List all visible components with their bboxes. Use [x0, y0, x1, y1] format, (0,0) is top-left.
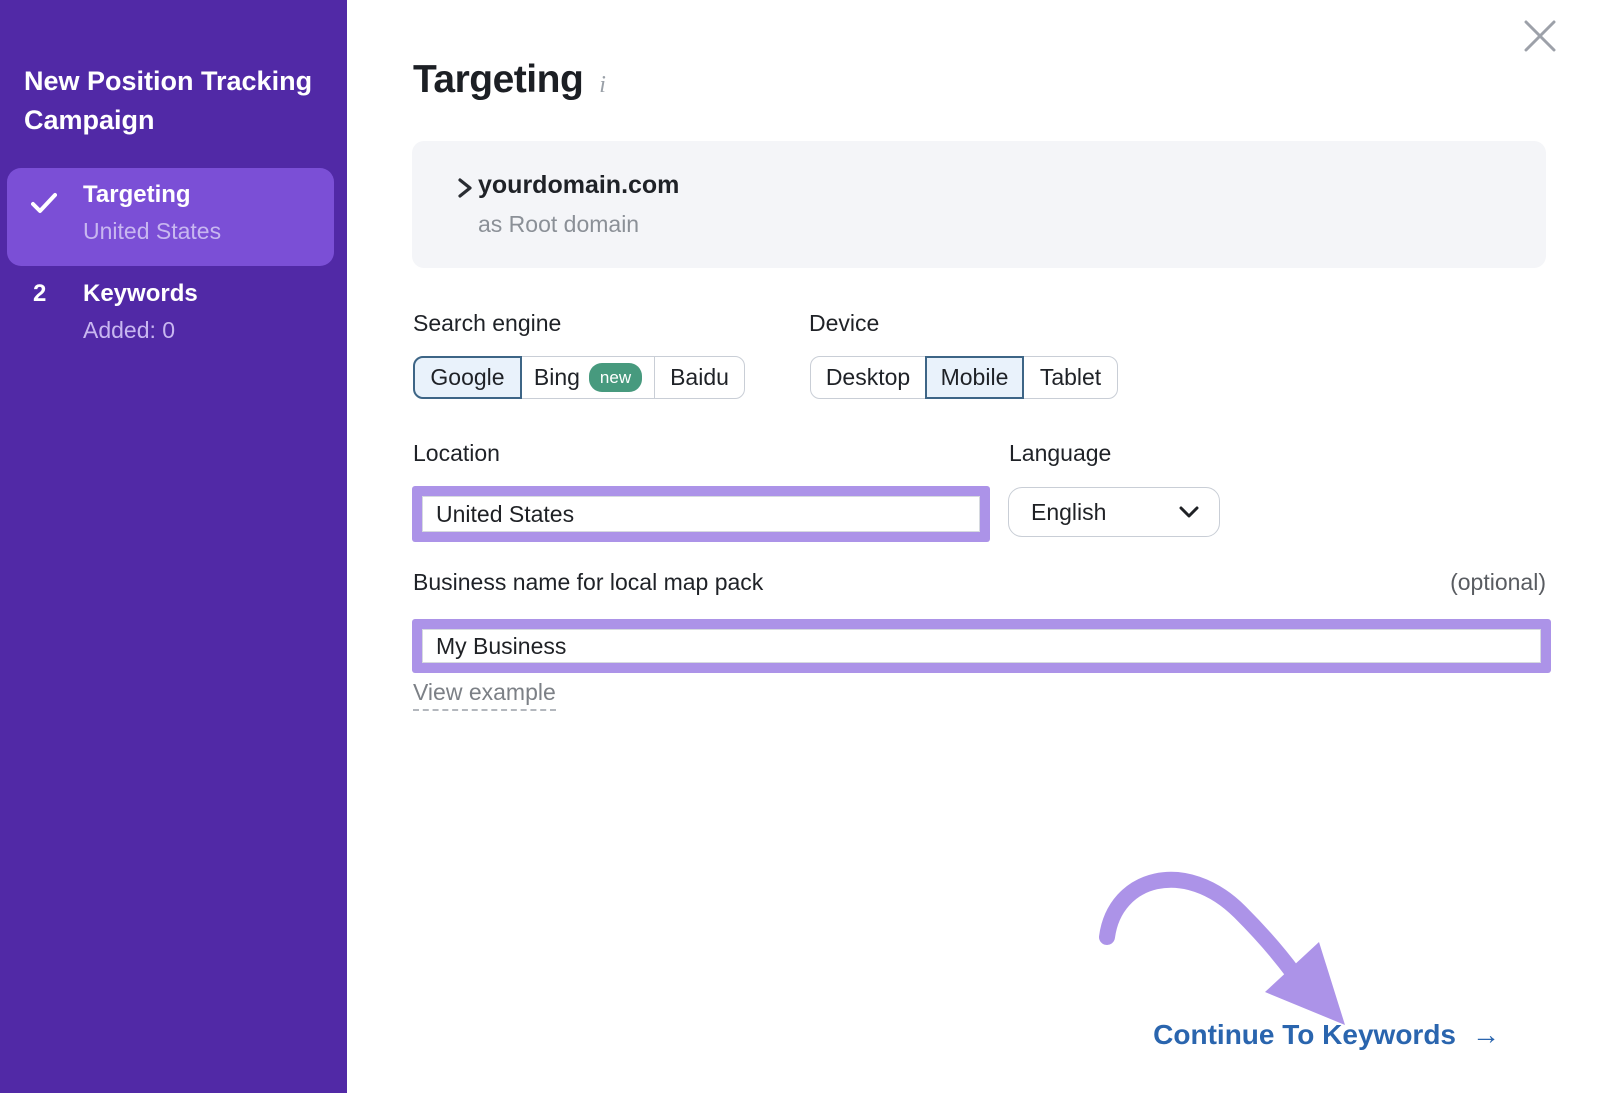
- page-title: Targeting: [413, 58, 583, 102]
- step-keywords-sublabel: Added: 0: [83, 317, 175, 344]
- domain-card[interactable]: yourdomain.com as Root domain: [412, 141, 1546, 268]
- chevron-down-icon: [1179, 506, 1199, 518]
- step-targeting-sublabel: United States: [83, 218, 221, 245]
- language-select-value: English: [1031, 499, 1106, 526]
- device-option-tablet[interactable]: Tablet: [1023, 356, 1118, 399]
- step-targeting-label: Targeting: [83, 181, 191, 209]
- domain-scope: as Root domain: [478, 211, 639, 238]
- new-campaign-modal: New Position Tracking Campaign Targeting…: [0, 0, 1600, 1093]
- continue-to-keywords-button[interactable]: Continue To Keywords →: [1153, 1019, 1500, 1051]
- continue-label: Continue To Keywords: [1153, 1019, 1456, 1051]
- device-toggle: Desktop Mobile Tablet: [810, 356, 1118, 399]
- tablet-option-label: Tablet: [1040, 364, 1101, 391]
- business-name-input[interactable]: [422, 629, 1541, 663]
- close-icon[interactable]: [1520, 16, 1560, 56]
- location-highlight-annotation: [412, 486, 990, 542]
- sidebar-step-targeting[interactable]: Targeting United States: [7, 168, 334, 266]
- google-option-label: Google: [430, 364, 504, 391]
- info-icon[interactable]: i: [599, 72, 606, 99]
- new-badge: new: [589, 363, 642, 392]
- view-example-link[interactable]: View example: [413, 679, 556, 711]
- arrow-right-icon: →: [1472, 1019, 1500, 1051]
- bing-option-label: Bing: [534, 364, 580, 391]
- device-option-desktop[interactable]: Desktop: [810, 356, 926, 399]
- search-engine-label: Search engine: [413, 310, 561, 337]
- location-label: Location: [413, 440, 500, 467]
- chevron-right-icon: [456, 177, 474, 199]
- business-name-highlight-annotation: [412, 619, 1551, 673]
- optional-hint: (optional): [1413, 569, 1546, 596]
- search-engine-toggle: Google Bing new Baidu: [413, 356, 745, 399]
- curved-arrow-annotation: [1080, 852, 1360, 1037]
- check-icon: [31, 192, 57, 214]
- location-input[interactable]: [422, 496, 980, 532]
- domain-name: yourdomain.com: [478, 171, 679, 200]
- device-option-mobile[interactable]: Mobile: [925, 356, 1024, 399]
- search-engine-option-bing[interactable]: Bing new: [521, 356, 655, 399]
- language-select[interactable]: English: [1008, 487, 1220, 537]
- search-engine-option-google[interactable]: Google: [413, 356, 522, 399]
- campaign-title: New Position Tracking Campaign: [24, 62, 324, 140]
- device-label: Device: [809, 310, 879, 337]
- baidu-option-label: Baidu: [670, 364, 729, 391]
- business-name-label: Business name for local map pack: [413, 569, 763, 596]
- mobile-option-label: Mobile: [941, 364, 1009, 391]
- step-keywords-label: Keywords: [83, 280, 198, 308]
- desktop-option-label: Desktop: [826, 364, 910, 391]
- page-header: Targeting i: [413, 58, 606, 102]
- search-engine-option-baidu[interactable]: Baidu: [654, 356, 745, 399]
- step-keywords-number: 2: [33, 280, 46, 308]
- language-label: Language: [1009, 440, 1111, 467]
- campaign-sidebar: New Position Tracking Campaign Targeting…: [0, 0, 347, 1093]
